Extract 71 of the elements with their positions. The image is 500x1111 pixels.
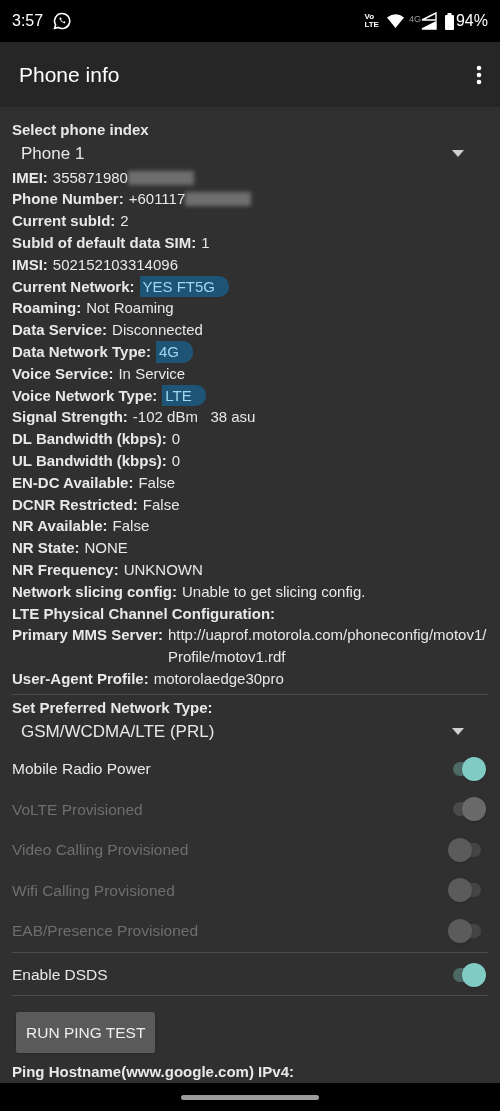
info-label: DL Bandwidth (kbps): <box>12 429 167 450</box>
dropdown-arrow-icon <box>452 150 464 158</box>
redaction-blur <box>185 192 252 207</box>
section-label: Set Preferred Network Type: <box>12 697 214 718</box>
info-label: Network slicing config: <box>12 581 177 602</box>
app-title: Phone info <box>19 61 121 88</box>
more-options-icon[interactable] <box>476 64 482 85</box>
dropdown[interactable]: GSM/WCDMA/LTE (PRL) <box>12 718 488 745</box>
battery-icon <box>444 12 454 30</box>
info-label: IMEI: <box>12 167 48 188</box>
info-label: NR Frequency: <box>12 559 119 580</box>
info-label: Roaming: <box>12 298 82 319</box>
redaction-blur <box>127 170 194 185</box>
info-label: Current Network: <box>12 276 135 297</box>
info-label: Phone Number: <box>12 189 124 210</box>
info-value: False <box>138 472 177 493</box>
switch-label: VoLTE Provisioned <box>12 799 144 820</box>
signal-icon <box>420 12 437 30</box>
info-label: NR Available: <box>12 516 108 537</box>
wifi-icon <box>386 14 405 28</box>
info-value: -102 dBm 38 asu <box>132 407 257 428</box>
volte-icon: Vo LTE <box>364 13 379 29</box>
info-label: UL Bandwidth (kbps): <box>12 450 167 471</box>
info-value: 502152103314096 <box>52 254 179 275</box>
info-value: 2 <box>120 211 130 232</box>
info-label: Voice Network Type: <box>12 385 158 406</box>
info-value: NONE <box>84 538 129 559</box>
info-value: motorolaedge30pro <box>153 668 285 689</box>
info-value: 1 <box>201 233 211 253</box>
info-value: False <box>112 516 151 537</box>
info-value: +601117 <box>128 189 186 210</box>
info-label: NR State: <box>12 538 80 559</box>
battery-percentage: 94% <box>455 11 488 31</box>
switch-label: EAB/Presence Provisioned <box>12 921 200 942</box>
info-value: 0 <box>171 450 182 471</box>
info-label: Ping Hostname(www.google.com) IPv4: <box>12 1062 295 1083</box>
info-value: 355871980 <box>52 167 128 188</box>
network-type-label: 4G <box>408 13 421 26</box>
switch-label: Video Calling Provisioned <box>12 840 190 861</box>
info-label: User-Agent Profile: <box>12 668 149 689</box>
clock-time: 3:57 <box>12 11 44 31</box>
info-value: Disconnected <box>112 320 204 341</box>
info-value: Not Roaming <box>86 298 175 319</box>
info-label: EN-DC Available: <box>12 472 134 493</box>
switch-label: Mobile Radio Power <box>12 758 152 779</box>
dropdown[interactable]: Phone 1 <box>12 141 488 167</box>
section-label: Select phone index <box>12 120 150 140</box>
highlighted-value: LTE <box>162 384 206 407</box>
ping-test-button[interactable]: RUN PING TEST <box>16 1011 156 1054</box>
info-value: In Service <box>118 363 187 384</box>
info-label: Data Network Type: <box>12 341 151 362</box>
info-label: Data Service: <box>12 320 108 341</box>
info-value: False <box>142 494 181 515</box>
chat-bubble-icon <box>53 12 72 30</box>
info-label: Current subId: <box>12 211 116 232</box>
info-label: DCNR Restricted: <box>12 494 138 515</box>
home-handle[interactable] <box>181 1094 319 1100</box>
dropdown-arrow-icon <box>452 728 464 735</box>
info-label: Primary MMS Server: <box>12 625 163 646</box>
switch-label: Enable DSDS <box>12 964 109 985</box>
info-label: IMSI: <box>12 254 48 275</box>
info-value: Unable to get slicing config. <box>182 581 367 602</box>
info-label: Voice Service: <box>12 363 114 384</box>
info-value: UNKNOWN <box>123 559 204 580</box>
info-value: 0 <box>171 429 182 450</box>
highlighted-value: 4G <box>155 340 193 363</box>
info-label: LTE Physical Channel Configuration: <box>12 603 276 624</box>
info-label: Signal Strength: <box>12 407 128 428</box>
highlighted-value: YES FT5G <box>139 275 230 298</box>
switch-label: Wifi Calling Provisioned <box>12 880 176 901</box>
info-label: SubId of default data SIM: <box>12 233 197 253</box>
